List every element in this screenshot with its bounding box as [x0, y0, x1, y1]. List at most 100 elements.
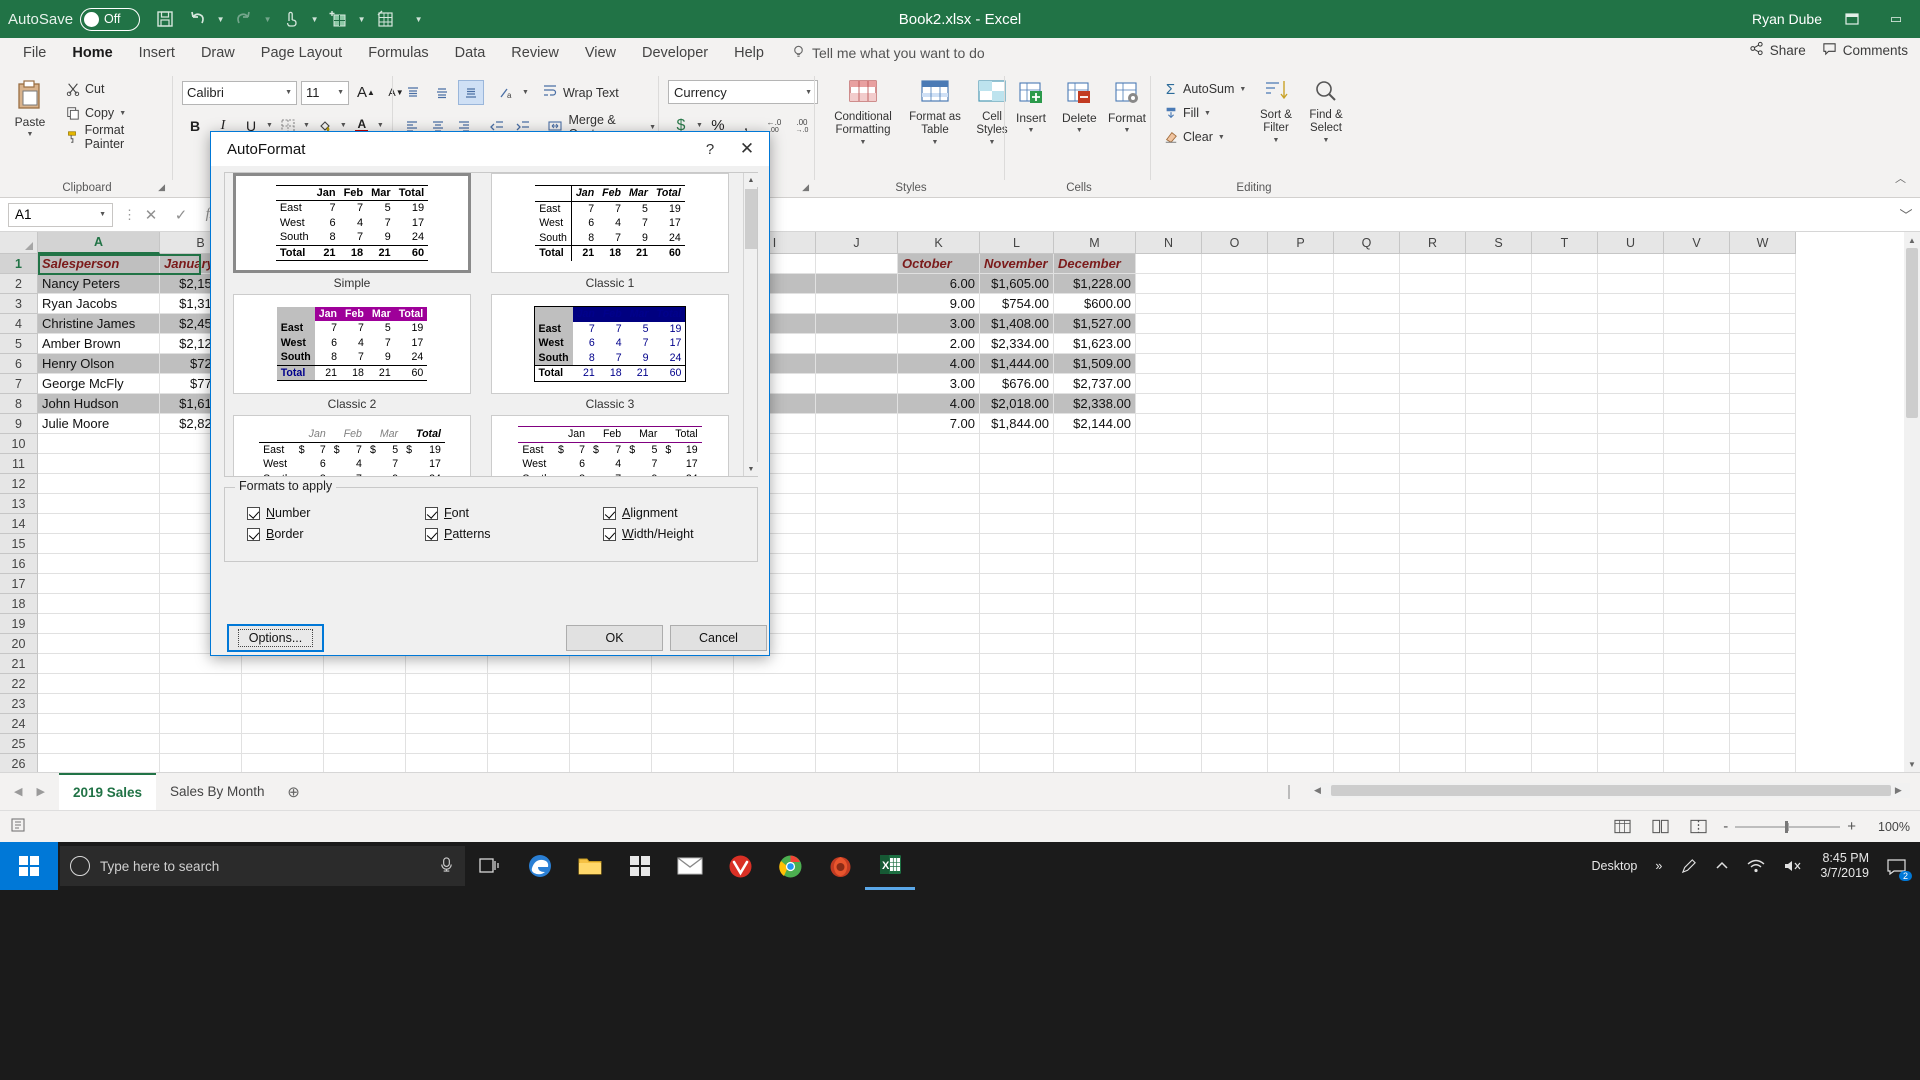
horizontal-scroll-thumb[interactable] — [1330, 785, 1891, 796]
grid-cell[interactable] — [1532, 634, 1598, 654]
grid-cell[interactable] — [1466, 594, 1532, 614]
row-header-4[interactable]: 4 — [0, 314, 38, 334]
format-sample-accounting-1[interactable]: JanFebMarTotalEast$7$7$5$19West64717Sout… — [233, 415, 471, 476]
grid-cell[interactable] — [1466, 254, 1532, 274]
grid-cell[interactable] — [816, 374, 898, 394]
align-middle-button[interactable] — [429, 80, 455, 105]
grid-cell[interactable] — [816, 434, 898, 454]
grid-cell[interactable] — [1334, 574, 1400, 594]
grid-cell[interactable] — [1202, 634, 1268, 654]
grid-cell[interactable] — [1664, 454, 1730, 474]
grid-cell[interactable] — [1664, 534, 1730, 554]
grid-cell[interactable] — [1268, 574, 1334, 594]
grid-cell[interactable] — [1400, 554, 1466, 574]
row-header-9[interactable]: 9 — [0, 414, 38, 434]
grid-cell[interactable] — [1466, 554, 1532, 574]
grid-cell[interactable] — [1202, 494, 1268, 514]
row-header-15[interactable]: 15 — [0, 534, 38, 554]
column-header-j[interactable]: J — [816, 232, 898, 254]
grid-cell[interactable] — [1466, 434, 1532, 454]
grid-cell[interactable] — [1334, 374, 1400, 394]
grid-cell[interactable] — [1400, 314, 1466, 334]
column-header-v[interactable]: V — [1664, 232, 1730, 254]
normal-view-icon[interactable] — [1609, 816, 1635, 838]
grid-cell[interactable] — [734, 674, 816, 694]
clear-dropdown-icon[interactable]: ▼ — [1218, 134, 1225, 141]
grid-cell[interactable] — [980, 534, 1054, 554]
grid-cell[interactable] — [1202, 294, 1268, 314]
orientation-dropdown-icon[interactable]: ▼ — [522, 89, 529, 96]
grid-cell[interactable] — [1664, 414, 1730, 434]
grid-cell[interactable] — [1730, 474, 1796, 494]
grid-cell[interactable] — [1730, 754, 1796, 772]
grid-cell[interactable] — [1334, 494, 1400, 514]
grid-cell[interactable] — [1202, 274, 1268, 294]
grid-cell[interactable] — [1466, 674, 1532, 694]
table-row[interactable] — [38, 674, 1796, 694]
grid-cell[interactable] — [1466, 514, 1532, 534]
bold-button[interactable]: B — [182, 113, 208, 138]
grid-cell[interactable] — [1598, 494, 1664, 514]
grid-cell[interactable] — [1268, 314, 1334, 334]
grid-cell[interactable] — [816, 514, 898, 534]
grid-cell[interactable] — [1664, 334, 1730, 354]
grid-cell[interactable] — [980, 614, 1054, 634]
format-sample-preview[interactable]: JanFebMarTotalEast$7$7$5$19West64717Sout… — [233, 415, 471, 476]
grid-cell[interactable] — [816, 474, 898, 494]
tab-data[interactable]: Data — [442, 39, 499, 67]
column-header-m[interactable]: M — [1054, 232, 1136, 254]
firefox-developer-icon[interactable] — [815, 842, 865, 890]
grid-cell[interactable] — [1400, 394, 1466, 414]
taskbar-search[interactable]: Type here to search — [60, 846, 465, 886]
grid-cell[interactable] — [1598, 394, 1664, 414]
grid-cell[interactable] — [324, 694, 406, 714]
grid-cell[interactable] — [1202, 454, 1268, 474]
grid-cell[interactable] — [1400, 694, 1466, 714]
row-header-26[interactable]: 26 — [0, 754, 38, 772]
grid-cell[interactable] — [1466, 374, 1532, 394]
column-header-p[interactable]: P — [1268, 232, 1334, 254]
row-header-23[interactable]: 23 — [0, 694, 38, 714]
grid-cell[interactable] — [1400, 254, 1466, 274]
grid-cell[interactable] — [1598, 414, 1664, 434]
row-header-22[interactable]: 22 — [0, 674, 38, 694]
chevron-down-icon[interactable]: ▼ — [744, 462, 758, 476]
grid-cell[interactable] — [1334, 534, 1400, 554]
grid-cell[interactable] — [1054, 574, 1136, 594]
new-sheet-dropdown-icon[interactable]: ▼ — [355, 4, 368, 34]
grid-cell[interactable] — [734, 734, 816, 754]
grid-cell[interactable] — [242, 734, 324, 754]
grid-cell[interactable] — [898, 534, 980, 554]
grid-cell[interactable] — [1400, 294, 1466, 314]
grid-cell[interactable] — [1136, 594, 1202, 614]
grid-cell[interactable]: $1,527.00 — [1054, 314, 1136, 334]
format-painter-button[interactable]: Format Painter — [62, 123, 168, 151]
grid-cell[interactable] — [816, 414, 898, 434]
grid-cell[interactable] — [1598, 594, 1664, 614]
options-button[interactable]: Options... — [227, 624, 324, 652]
grid-cell[interactable] — [38, 474, 160, 494]
grid-cell[interactable] — [1730, 694, 1796, 714]
show-hidden-icons-icon[interactable] — [1707, 842, 1737, 890]
column-header-s[interactable]: S — [1466, 232, 1532, 254]
grid-cell[interactable] — [1598, 714, 1664, 734]
grid-cell[interactable] — [1136, 494, 1202, 514]
grid-cell[interactable] — [1334, 314, 1400, 334]
grid-cell[interactable] — [1598, 754, 1664, 772]
grid-cell[interactable] — [570, 754, 652, 772]
grid-cell[interactable] — [570, 674, 652, 694]
grid-cell[interactable] — [1664, 634, 1730, 654]
find-select-button[interactable]: Find & Select ▼ — [1302, 79, 1350, 144]
column-header-u[interactable]: U — [1598, 232, 1664, 254]
tab-file[interactable]: File — [10, 39, 59, 67]
grid-cell[interactable] — [816, 654, 898, 674]
orientation-button[interactable]: a — [493, 80, 519, 105]
minimize-button[interactable] — [1838, 4, 1866, 34]
undo-dropdown-icon[interactable]: ▼ — [214, 4, 227, 34]
grid-cell[interactable] — [1136, 734, 1202, 754]
grid-cell[interactable] — [1136, 574, 1202, 594]
grid-cell[interactable] — [1598, 454, 1664, 474]
grid-cell[interactable] — [1730, 274, 1796, 294]
insert-cells-button[interactable]: Insert ▼ — [1016, 81, 1046, 134]
ok-button[interactable]: OK — [566, 625, 663, 651]
